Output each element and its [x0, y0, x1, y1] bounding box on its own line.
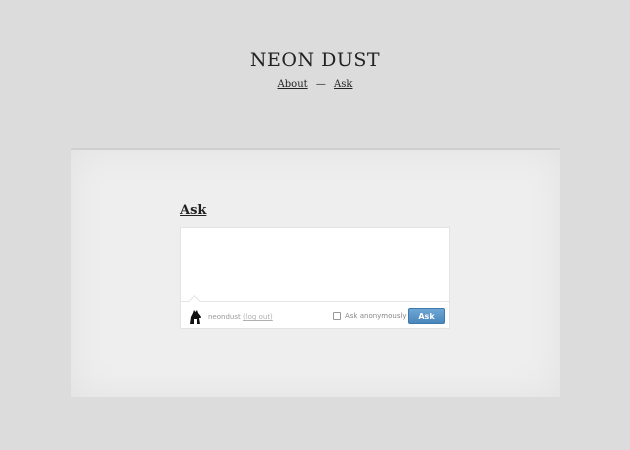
horse-head-avatar-icon	[190, 310, 201, 324]
question-textarea[interactable]	[181, 228, 449, 300]
ask-heading: Ask	[180, 203, 207, 218]
ask-anonymously-label: Ask anonymously	[345, 312, 407, 320]
checkbox-icon[interactable]	[333, 312, 341, 320]
nav-ask-link[interactable]: Ask	[334, 79, 352, 90]
logout-link[interactable]: (log out)	[243, 313, 273, 321]
username: neondust	[208, 313, 241, 321]
nav-separator: —	[315, 79, 326, 90]
ask-anonymously-toggle[interactable]: Ask anonymously	[333, 312, 407, 320]
ask-form: neondust (log out) Ask anonymously Ask	[180, 227, 450, 329]
nav-about-link[interactable]: About	[278, 79, 308, 90]
ask-form-footer: neondust (log out) Ask anonymously Ask	[181, 295, 449, 328]
user-info: neondust (log out)	[208, 313, 273, 321]
site-title: NEON DUST	[249, 49, 381, 71]
ask-submit-button[interactable]: Ask	[408, 308, 445, 324]
site-nav: About — Ask	[0, 79, 630, 90]
